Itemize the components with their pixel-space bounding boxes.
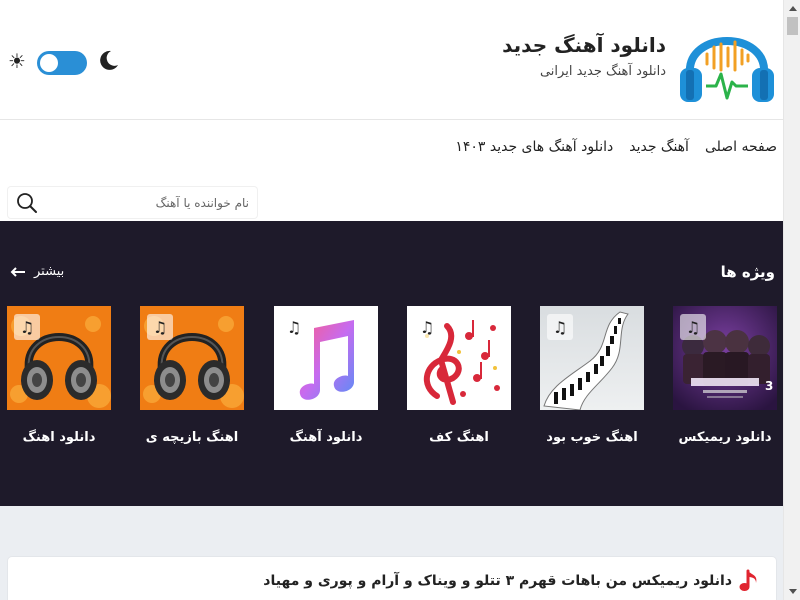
nav-item-home[interactable]: صفحه اصلی <box>705 135 777 159</box>
featured-section: ویژه ها بیشتر 3 ♫ دانلود ریمیکس ♫ اهنگ خ… <box>0 221 783 506</box>
card-label[interactable]: اهنگ بازیچه ی <box>140 430 244 445</box>
svg-text:3: 3 <box>765 379 773 393</box>
featured-title: ویژه ها <box>720 263 775 281</box>
card-thumbnail[interactable]: ♫ <box>274 306 378 410</box>
more-link[interactable]: بیشتر <box>10 264 64 279</box>
card-label[interactable]: دانلود اهنگ <box>7 430 111 445</box>
card-thumbnail[interactable]: 3 ♫ <box>673 306 777 410</box>
music-badge-icon: ♫ <box>14 314 40 340</box>
card-thumbnail[interactable]: ♫ <box>407 306 511 410</box>
search-icon[interactable] <box>16 192 38 214</box>
music-badge-icon: ♫ <box>414 314 440 340</box>
music-badge-icon: ♫ <box>547 314 573 340</box>
featured-card[interactable]: ♫ اهنگ بازیچه ی <box>140 306 244 445</box>
page-scrollbar[interactable] <box>783 0 800 600</box>
featured-card[interactable]: 3 ♫ دانلود ریمیکس <box>673 306 777 445</box>
site-subtitle: دانلود آهنگ جدید ایرانی <box>539 64 666 79</box>
headphones-sound-wave-icon[interactable] <box>676 12 778 108</box>
nav-item-1403-songs[interactable]: دانلود آهنگ های جدید ۱۴۰۳ <box>455 135 613 159</box>
page: دانلود آهنگ جدید دانلود آهنگ جدید ایرانی… <box>0 0 783 600</box>
featured-card[interactable]: ♫ اهنگ خوب بود <box>540 306 644 445</box>
nav-item-new-songs[interactable]: آهنگ جدید <box>629 135 689 159</box>
more-label: بیشتر <box>34 264 65 279</box>
dark-mode-toggle[interactable] <box>37 51 87 75</box>
scroll-up-icon[interactable] <box>784 0 800 17</box>
music-badge-icon: ♫ <box>286 317 302 337</box>
scroll-down-icon[interactable] <box>784 583 800 600</box>
main-nav: صفحه اصلی آهنگ جدید دانلود آهنگ های جدید… <box>439 135 777 159</box>
post-card[interactable]: دانلود ریمیکس من باهات قهرم ۳ تتلو و وین… <box>8 557 776 600</box>
card-thumbnail[interactable]: ♫ <box>540 306 644 410</box>
search-input[interactable] <box>49 187 249 218</box>
music-badge-icon: ♫ <box>147 314 173 340</box>
search-box <box>8 187 257 218</box>
music-note-icon <box>739 569 757 591</box>
card-label[interactable]: دانلود ریمیکس <box>673 430 777 445</box>
featured-card[interactable]: ♫ اهنگ کف <box>407 306 511 445</box>
music-badge-icon: ♫ <box>680 314 706 340</box>
theme-switch[interactable]: ☀ <box>8 48 118 78</box>
arrow-left-icon <box>10 266 25 277</box>
sun-icon[interactable]: ☀ <box>8 50 26 72</box>
card-label[interactable]: دانلود آهنگ <box>274 430 378 445</box>
toggle-knob <box>40 54 58 72</box>
card-thumbnail[interactable]: ♫ <box>140 306 244 410</box>
card-thumbnail[interactable]: ♫ <box>7 306 111 410</box>
card-label[interactable]: اهنگ کف <box>407 430 511 445</box>
featured-cards: 3 ♫ دانلود ریمیکس ♫ اهنگ خوب بود ♫ اهنگ … <box>0 306 783 486</box>
site-header: دانلود آهنگ جدید دانلود آهنگ جدید ایرانی… <box>0 0 783 120</box>
site-title[interactable]: دانلود آهنگ جدید <box>502 33 666 57</box>
featured-card[interactable]: ♫ دانلود اهنگ <box>7 306 111 445</box>
scrollbar-thumb[interactable] <box>787 17 798 35</box>
post-title[interactable]: دانلود ریمیکس من باهات قهرم ۳ تتلو و وین… <box>263 573 732 589</box>
featured-card[interactable]: ♫ دانلود آهنگ <box>274 306 378 445</box>
card-label[interactable]: اهنگ خوب بود <box>540 430 644 445</box>
moon-icon[interactable] <box>96 48 120 72</box>
